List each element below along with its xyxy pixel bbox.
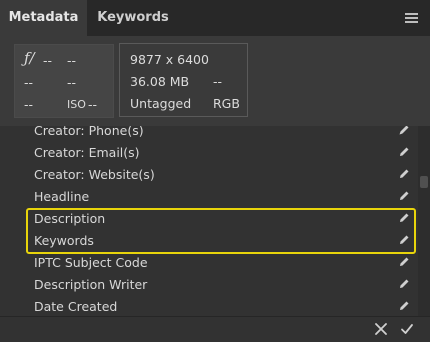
pencil-icon[interactable] <box>398 234 410 246</box>
file-info-box: 9877 x 6400 36.08 MB -- Untagged RGB <box>119 43 248 117</box>
aperture-value: -- <box>43 53 53 68</box>
field-label: IPTC Subject Code <box>34 255 148 270</box>
field-label: Creator: Email(s) <box>34 145 140 160</box>
shutter-value: -- <box>67 53 77 68</box>
list-item[interactable]: Keywords <box>0 230 418 252</box>
hamburger-icon[interactable] <box>405 13 418 23</box>
metadata-summary: ƒ/ -- -- -- -- -- ISO -- 9877 x 6400 36.… <box>0 36 430 126</box>
list-item[interactable]: Date Created <box>0 296 418 316</box>
pencil-icon[interactable] <box>398 278 410 290</box>
camera-info-box: ƒ/ -- -- -- -- -- ISO -- <box>14 44 114 118</box>
close-icon[interactable] <box>374 322 388 336</box>
tab-bar: Metadata Keywords <box>0 0 430 36</box>
field-label: Keywords <box>34 233 94 248</box>
scrollbar[interactable] <box>418 126 430 316</box>
pencil-icon[interactable] <box>398 212 410 224</box>
image-dimensions: 9877 x 6400 <box>130 52 209 67</box>
list-item[interactable]: Creator: Website(s) <box>0 164 418 186</box>
pencil-icon[interactable] <box>398 146 410 158</box>
list-item[interactable]: Description <box>0 208 418 230</box>
list-item[interactable]: Description Writer <box>0 274 418 296</box>
list-item[interactable]: Creator: Phone(s) <box>0 126 418 142</box>
field-label: Creator: Phone(s) <box>34 126 144 138</box>
color-mode: RGB <box>213 96 240 111</box>
color-profile: Untagged <box>130 96 192 111</box>
pencil-icon[interactable] <box>398 168 410 180</box>
focal-length-value: -- <box>24 75 34 90</box>
iso-value: -- <box>88 97 98 112</box>
pencil-icon[interactable] <box>398 126 410 136</box>
list-item[interactable]: IPTC Subject Code <box>0 252 418 274</box>
pencil-icon[interactable] <box>398 256 410 268</box>
scroll-thumb[interactable] <box>420 176 428 188</box>
pencil-icon[interactable] <box>398 300 410 312</box>
tab-metadata[interactable]: Metadata <box>0 0 87 36</box>
file-size: 36.08 MB <box>130 74 190 89</box>
tab-keywords[interactable]: Keywords <box>87 0 179 36</box>
field-label: Headline <box>34 189 90 204</box>
aperture-icon: ƒ/ <box>24 49 35 67</box>
metadata-panel: Metadata Keywords ƒ/ -- -- -- -- -- ISO … <box>0 0 430 342</box>
checkmark-icon[interactable] <box>400 322 414 336</box>
field-label: Description <box>34 211 106 226</box>
pencil-icon[interactable] <box>398 190 410 202</box>
field-label: Date Created <box>34 299 118 314</box>
file-size-extra: -- <box>213 74 223 89</box>
list-item[interactable]: Headline <box>0 186 418 208</box>
iso-label: ISO <box>67 98 86 111</box>
field-label: Description Writer <box>34 277 148 292</box>
exposure-value: -- <box>67 75 77 90</box>
list-item[interactable]: Creator: Email(s) <box>0 142 418 164</box>
metadata-field-list: Creator: Phone(s) Creator: Email(s) Crea… <box>0 126 418 316</box>
footer-bar <box>0 316 430 342</box>
field-label: Creator: Website(s) <box>34 167 155 182</box>
metering-value: -- <box>24 97 34 112</box>
